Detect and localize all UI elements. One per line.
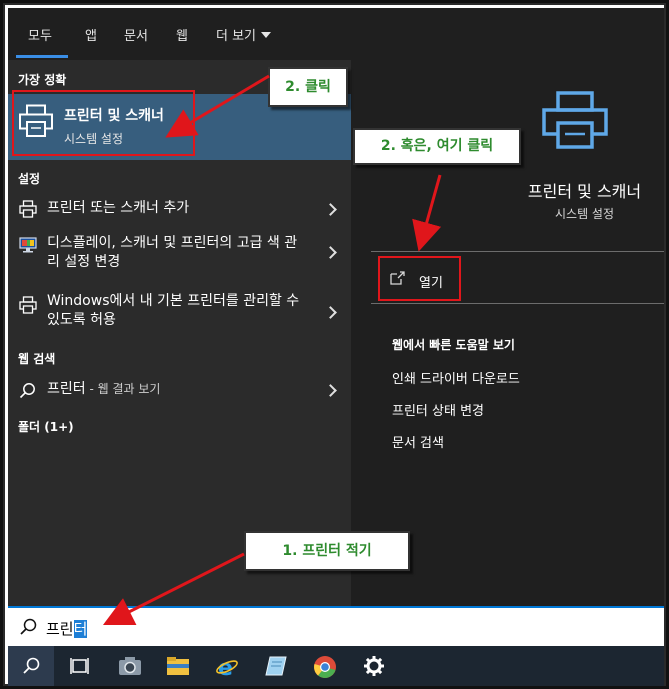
arrow-to-best-match bbox=[165, 74, 270, 138]
arrow-to-open-action bbox=[412, 174, 442, 252]
screenshot-frame: 모두 앱 문서 웹 더 보기 가장 정확 프린터 및 스캐너 시스템 설정 설정 bbox=[0, 0, 669, 689]
annotation-arrows bbox=[102, 74, 442, 626]
arrow-to-search-box bbox=[102, 552, 245, 626]
